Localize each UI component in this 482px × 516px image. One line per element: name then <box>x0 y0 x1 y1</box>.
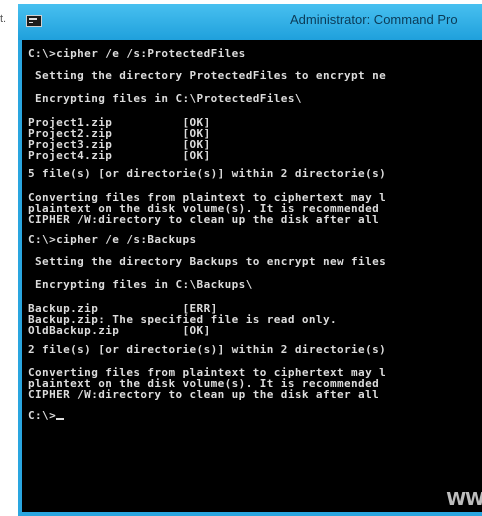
window-title: Administrator: Command Pro <box>290 12 458 27</box>
console-line: CIPHER /W:directory to clean up the disk… <box>28 388 380 401</box>
console-line: Setting the directory Backups to encrypt… <box>28 255 387 268</box>
cmd-icon[interactable] <box>26 15 42 27</box>
watermark-logo: WW <box>446 489 482 510</box>
prompt-line: C:\> <box>28 409 65 422</box>
console-line: 5 file(s) [or directorie(s)] within 2 di… <box>28 167 387 180</box>
prompt-text: C:\> <box>28 409 57 422</box>
console-output[interactable]: C:\>cipher /e /s:ProtectedFiles Setting … <box>22 40 482 512</box>
console-line: C:\>cipher /e /s:ProtectedFiles <box>28 47 246 60</box>
command-prompt-window: Administrator: Command Pro C:\>cipher /e… <box>18 4 482 516</box>
console-line: Setting the directory ProtectedFiles to … <box>28 69 387 82</box>
console-line: 2 file(s) [or directorie(s)] within 2 di… <box>28 343 387 356</box>
stray-text: t. <box>0 13 7 25</box>
console-line: C:\>cipher /e /s:Backups <box>28 233 197 246</box>
console-line: Encrypting files in C:\Backups\ <box>28 278 253 291</box>
console-line: CIPHER /W:directory to clean up the disk… <box>28 213 380 226</box>
console-line: Project4.zip [OK] <box>28 149 211 162</box>
cursor <box>56 418 65 420</box>
console-line: OldBackup.zip [OK] <box>28 324 211 337</box>
console-line: Encrypting files in C:\ProtectedFiles\ <box>28 92 302 105</box>
screenshot: t. Administrator: Command Pro C:\>cipher… <box>0 0 482 516</box>
title-bar[interactable]: Administrator: Command Pro <box>18 4 482 40</box>
